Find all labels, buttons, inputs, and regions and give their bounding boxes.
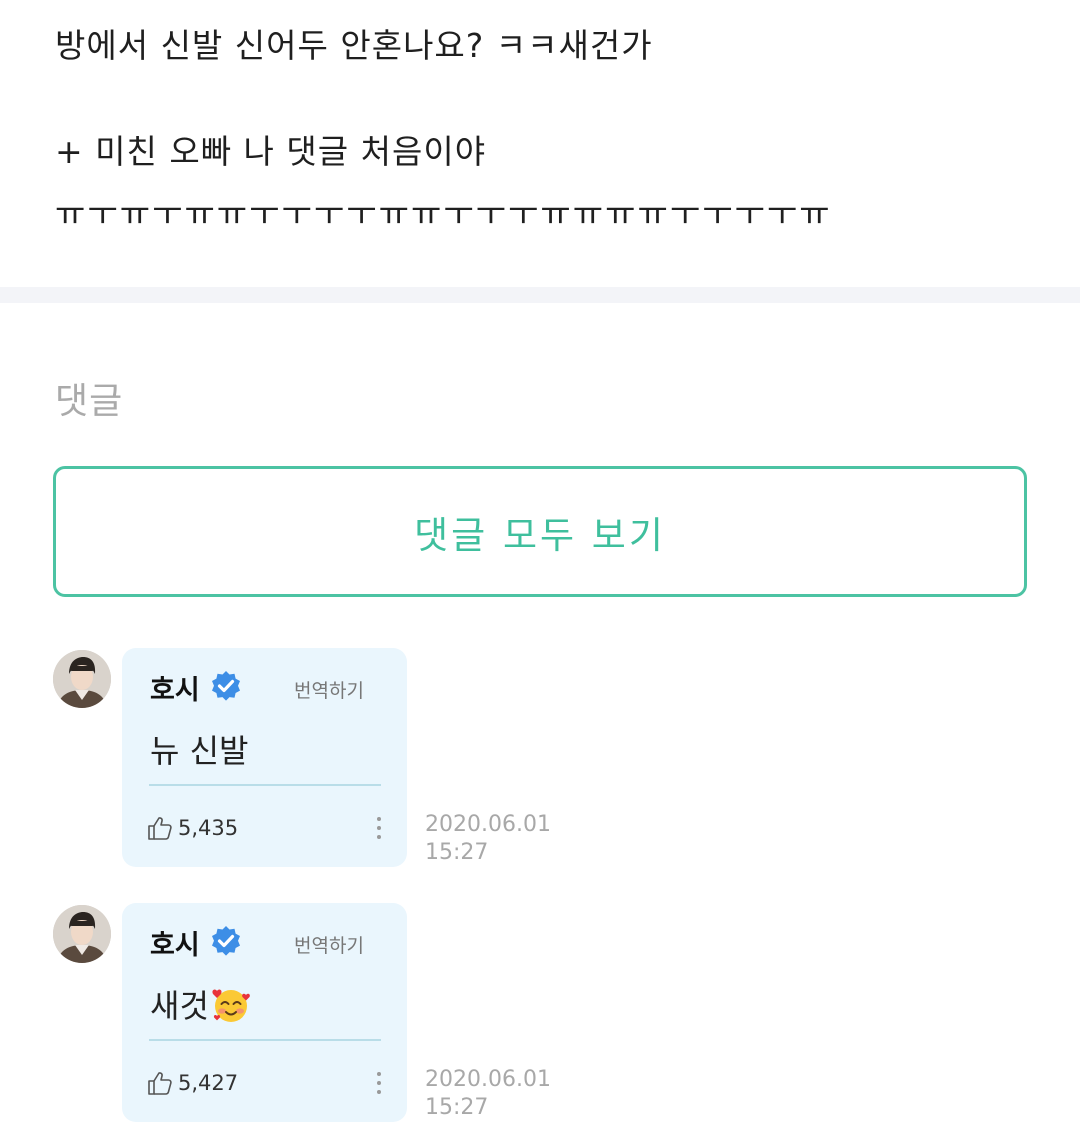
verified-badge-icon	[210, 925, 242, 957]
like-count: 5,427	[178, 1071, 239, 1095]
comment-text-content: 새것	[150, 987, 209, 1025]
thumbs-up-icon[interactable]	[147, 815, 173, 841]
comment-date: 2020.06.01	[425, 812, 551, 837]
translate-button[interactable]: 번역하기	[294, 931, 364, 958]
post-text-line: 방에서 신발 신어두 안혼나요? ㅋㅋ새건가	[55, 26, 653, 65]
like-count: 5,435	[178, 816, 239, 840]
bubble-divider	[149, 784, 381, 786]
more-vertical-icon[interactable]	[372, 1069, 386, 1097]
comment-text-content: 뉴 신발	[150, 732, 249, 770]
comment-time: 15:27	[425, 840, 489, 865]
thumbs-up-icon[interactable]	[147, 1070, 173, 1096]
section-divider	[0, 287, 1080, 303]
comment-author[interactable]: 호시	[150, 923, 200, 962]
comment-timestamp: 2020.06.01 15:27	[425, 1066, 575, 1122]
bubble-divider	[149, 1039, 381, 1041]
post-text-line: ㅠㅜㅠㅜㅠㅠㅜㅜㅜㅜㅠㅠㅜㅜㅜㅠㅠㅠㅠㅜㅜㅜㅜㅠ	[55, 194, 832, 233]
comment-timestamp: 2020.06.01 15:27	[425, 811, 575, 867]
comment-date: 2020.06.01	[425, 1067, 551, 1092]
view-all-comments-button[interactable]: 댓글 모두 보기	[53, 466, 1027, 597]
comment-author[interactable]: 호시	[150, 668, 200, 707]
post-body: 방에서 신발 신어두 안혼나요? ㅋㅋ새건가 + 미친 오빠 나 댓글 처음이야…	[55, 24, 1025, 236]
comment-time: 15:27	[425, 1095, 489, 1120]
comment-text: 새것	[150, 981, 251, 1027]
more-vertical-icon[interactable]	[372, 814, 386, 842]
translate-button[interactable]: 번역하기	[294, 676, 364, 703]
comment-bubble: 호시 번역하기 뉴 신발 5,435	[122, 648, 407, 867]
comments-title: 댓글	[55, 381, 124, 422]
verified-badge-icon	[210, 670, 242, 702]
post-text-line: + 미친 오빠 나 댓글 처음이야	[55, 132, 487, 171]
avatar[interactable]	[53, 650, 111, 708]
avatar[interactable]	[53, 905, 111, 963]
smiling-face-with-hearts-icon	[211, 985, 251, 1025]
comment-text: 뉴 신발	[150, 726, 249, 772]
comment-bubble: 호시 번역하기 새것 5,427	[122, 903, 407, 1122]
